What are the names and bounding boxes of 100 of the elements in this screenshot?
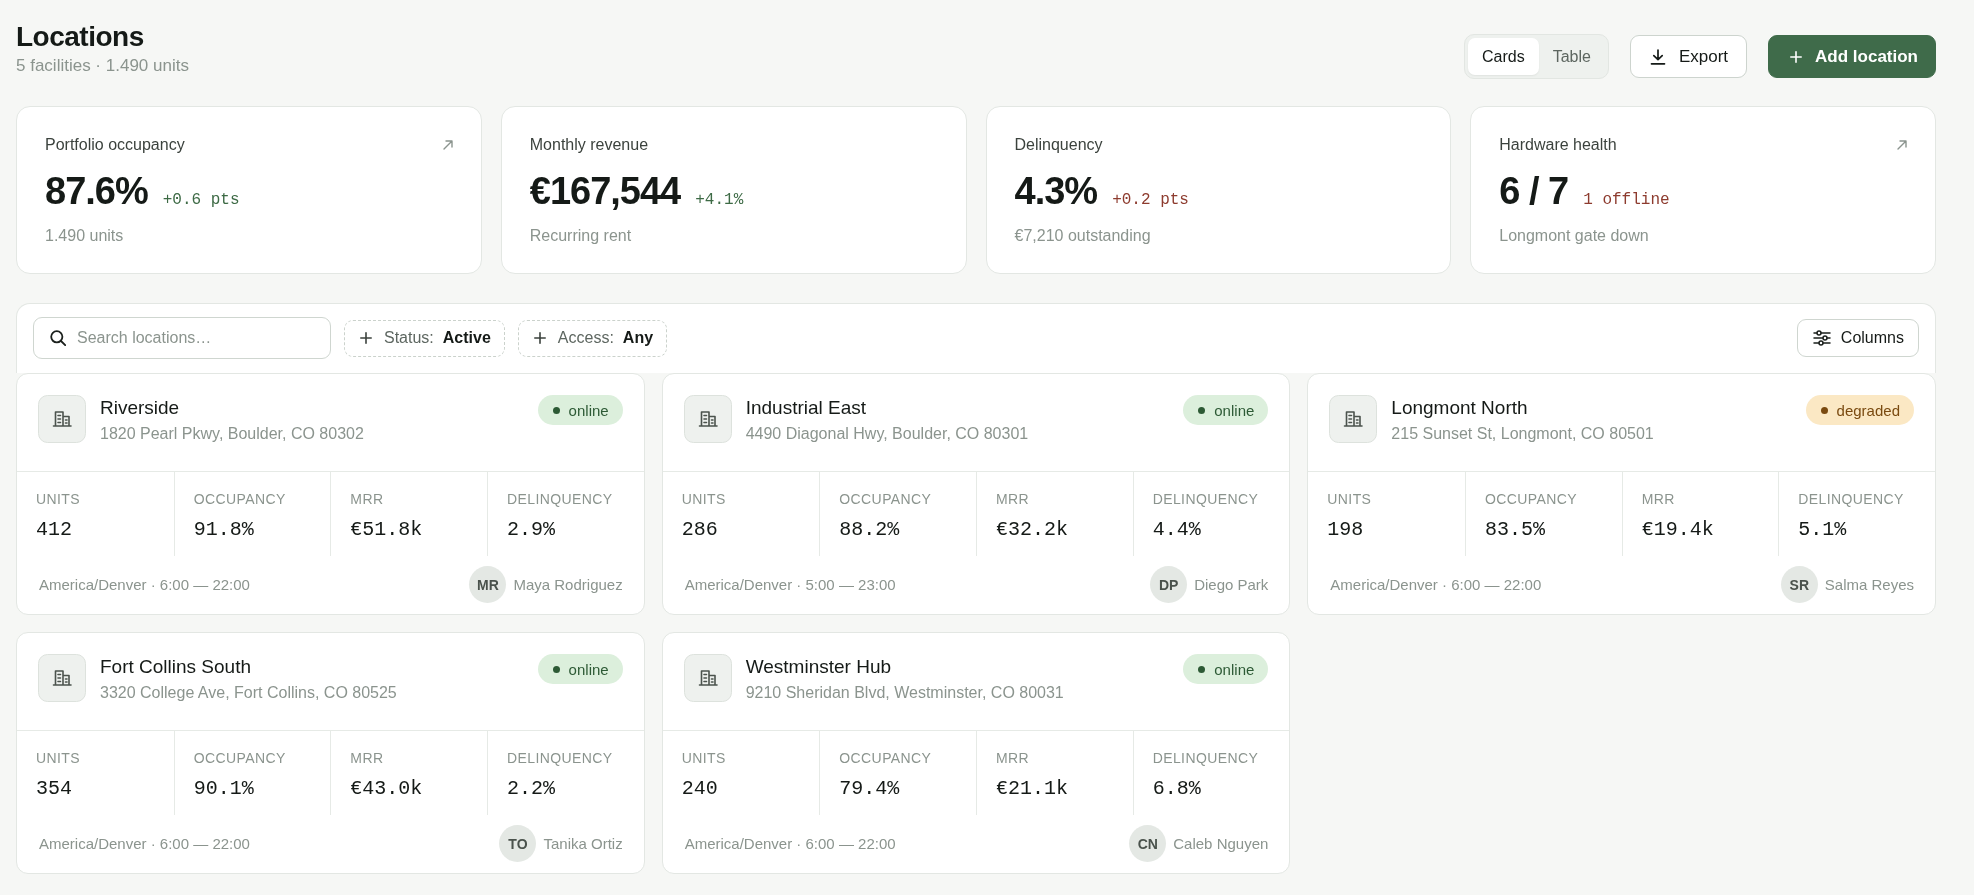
metric-label: DELINQUENCY <box>507 749 614 767</box>
location-name: Longmont North <box>1391 396 1529 420</box>
location-address: 215 Sunset St, Longmont, CO 80501 <box>1391 424 1655 444</box>
view-tab[interactable]: Table <box>1538 38 1605 75</box>
kpi-delta: 1 offline <box>1583 191 1670 209</box>
metric-value: €21.1k <box>996 776 1069 802</box>
metric-value: 412 <box>36 517 73 543</box>
metric-label: DELINQUENCY <box>1152 490 1260 508</box>
search-field[interactable]: Search locations… <box>33 317 331 359</box>
manager-name: Diego Park <box>1194 574 1269 595</box>
metric-label: UNITS <box>1327 490 1373 508</box>
manager-avatar: MR <box>469 566 507 603</box>
location-address: 9210 Sheridan Blvd, Westminster, CO 80031 <box>745 683 1065 703</box>
page-title: Locations <box>16 20 145 54</box>
status-dot-icon <box>1820 406 1828 414</box>
plus-icon <box>533 332 546 344</box>
location-address: 4490 Diagonal Hwy, Boulder, CO 80301 <box>745 424 1030 444</box>
metric-value: 2.2% <box>507 776 556 802</box>
kpi-note: Longmont gate down <box>1499 226 1650 246</box>
metric-value: 88.2% <box>839 517 901 543</box>
kpi-delta: +0.6 pts <box>162 191 240 209</box>
metric-value: 79.4% <box>839 776 901 802</box>
kpi-value: 87.6% <box>45 169 148 213</box>
location-name: Industrial East <box>745 396 868 420</box>
metric-label: UNITS <box>681 749 727 767</box>
metric-label: UNITS <box>36 749 81 767</box>
columns-button[interactable]: Columns <box>1796 319 1919 357</box>
metric-label: MRR <box>996 749 1031 767</box>
manager-name: Salma Reyes <box>1824 574 1914 595</box>
status-dot-icon <box>1198 406 1206 414</box>
view-tab[interactable]: Cards <box>1467 38 1539 75</box>
add-location-button[interactable]: Add location <box>1768 35 1936 78</box>
building-icon <box>1329 395 1378 443</box>
kpi-note: 1.490 units <box>45 226 125 246</box>
metric-value: €19.4k <box>1641 517 1715 543</box>
manager-avatar: DP <box>1150 566 1188 603</box>
location-name: Westminster Hub <box>745 655 892 679</box>
export-button[interactable]: Export <box>1629 35 1748 78</box>
kpi-delta: +0.2 pts <box>1112 191 1189 209</box>
kpi-label: Hardware health <box>1499 135 1617 155</box>
metric-value: 4.4% <box>1152 517 1202 543</box>
building-icon <box>683 395 732 443</box>
status-label: online <box>568 401 609 419</box>
location-name: Riverside <box>100 396 181 420</box>
metric-label: MRR <box>350 749 385 767</box>
location-name: Fort Collins South <box>100 655 252 679</box>
building-icon <box>38 654 86 702</box>
metric-label: OCCUPANCY <box>839 490 933 508</box>
kpi-delta: +4.1% <box>695 191 744 209</box>
sliders-icon <box>1812 330 1831 346</box>
plus-icon <box>1790 50 1803 63</box>
manager-avatar: SR <box>1780 566 1818 603</box>
metric-value: 83.5% <box>1485 517 1546 543</box>
schedule-text: America/Denver · 6:00 — 22:00 <box>684 833 896 854</box>
kpi-label: Delinquency <box>1014 135 1103 155</box>
metric-label: MRR <box>350 490 385 508</box>
schedule-text: America/Denver · 6:00 — 22:00 <box>39 833 250 854</box>
status-dot-icon <box>1198 665 1206 673</box>
metric-label: MRR <box>1641 490 1676 508</box>
manager-name: Caleb Nguyen <box>1173 833 1269 854</box>
search-icon <box>50 330 66 346</box>
filter-chip[interactable]: Access: Any <box>517 319 668 357</box>
status-dot-icon <box>552 406 560 414</box>
kpi-label: Portfolio occupancy <box>45 135 185 155</box>
manager-name: Tanika Ortiz <box>543 833 623 854</box>
metric-label: MRR <box>996 490 1031 508</box>
metric-label: OCCUPANCY <box>839 749 933 767</box>
metric-value: 354 <box>36 776 73 802</box>
plus-icon <box>360 332 372 344</box>
metric-value: €51.8k <box>350 517 424 543</box>
metric-value: €32.2k <box>996 517 1069 543</box>
status-label: online <box>568 660 609 678</box>
metric-label: DELINQUENCY <box>507 490 614 508</box>
metric-value: 6.8% <box>1152 776 1202 802</box>
building-icon <box>683 654 732 702</box>
metric-label: OCCUPANCY <box>193 749 287 767</box>
filter-chip[interactable]: Status: Active <box>344 319 505 357</box>
location-address: 1820 Pearl Pkwy, Boulder, CO 80302 <box>100 424 365 444</box>
manager-avatar: TO <box>499 825 537 862</box>
metric-value: 198 <box>1327 517 1365 543</box>
status-label: online <box>1214 660 1255 678</box>
metric-value: 2.9% <box>507 517 556 543</box>
kpi-label: Monthly revenue <box>529 135 649 155</box>
metric-value: 91.8% <box>193 517 255 543</box>
manager-name: Maya Rodriguez <box>513 574 623 595</box>
metric-label: OCCUPANCY <box>193 490 287 508</box>
status-label: degraded <box>1836 401 1900 419</box>
page-subtitle: 5 facilities · 1.490 units <box>16 55 189 77</box>
metric-label: DELINQUENCY <box>1798 490 1905 508</box>
schedule-text: America/Denver · 5:00 — 23:00 <box>684 574 896 595</box>
metric-value: 286 <box>681 517 719 543</box>
kpi-value: 6 / 7 <box>1499 169 1569 213</box>
metric-value: 90.1% <box>193 776 255 802</box>
status-dot-icon <box>552 665 560 673</box>
kpi-value: 4.3% <box>1014 169 1098 213</box>
kpi-note: €7,210 outstanding <box>1014 226 1152 246</box>
kpi-value: €167,544 <box>529 169 681 213</box>
kpi-note: Recurring rent <box>529 226 633 246</box>
location-address: 3320 College Ave, Fort Collins, CO 80525 <box>100 683 398 703</box>
metric-value: €43.0k <box>350 776 424 802</box>
